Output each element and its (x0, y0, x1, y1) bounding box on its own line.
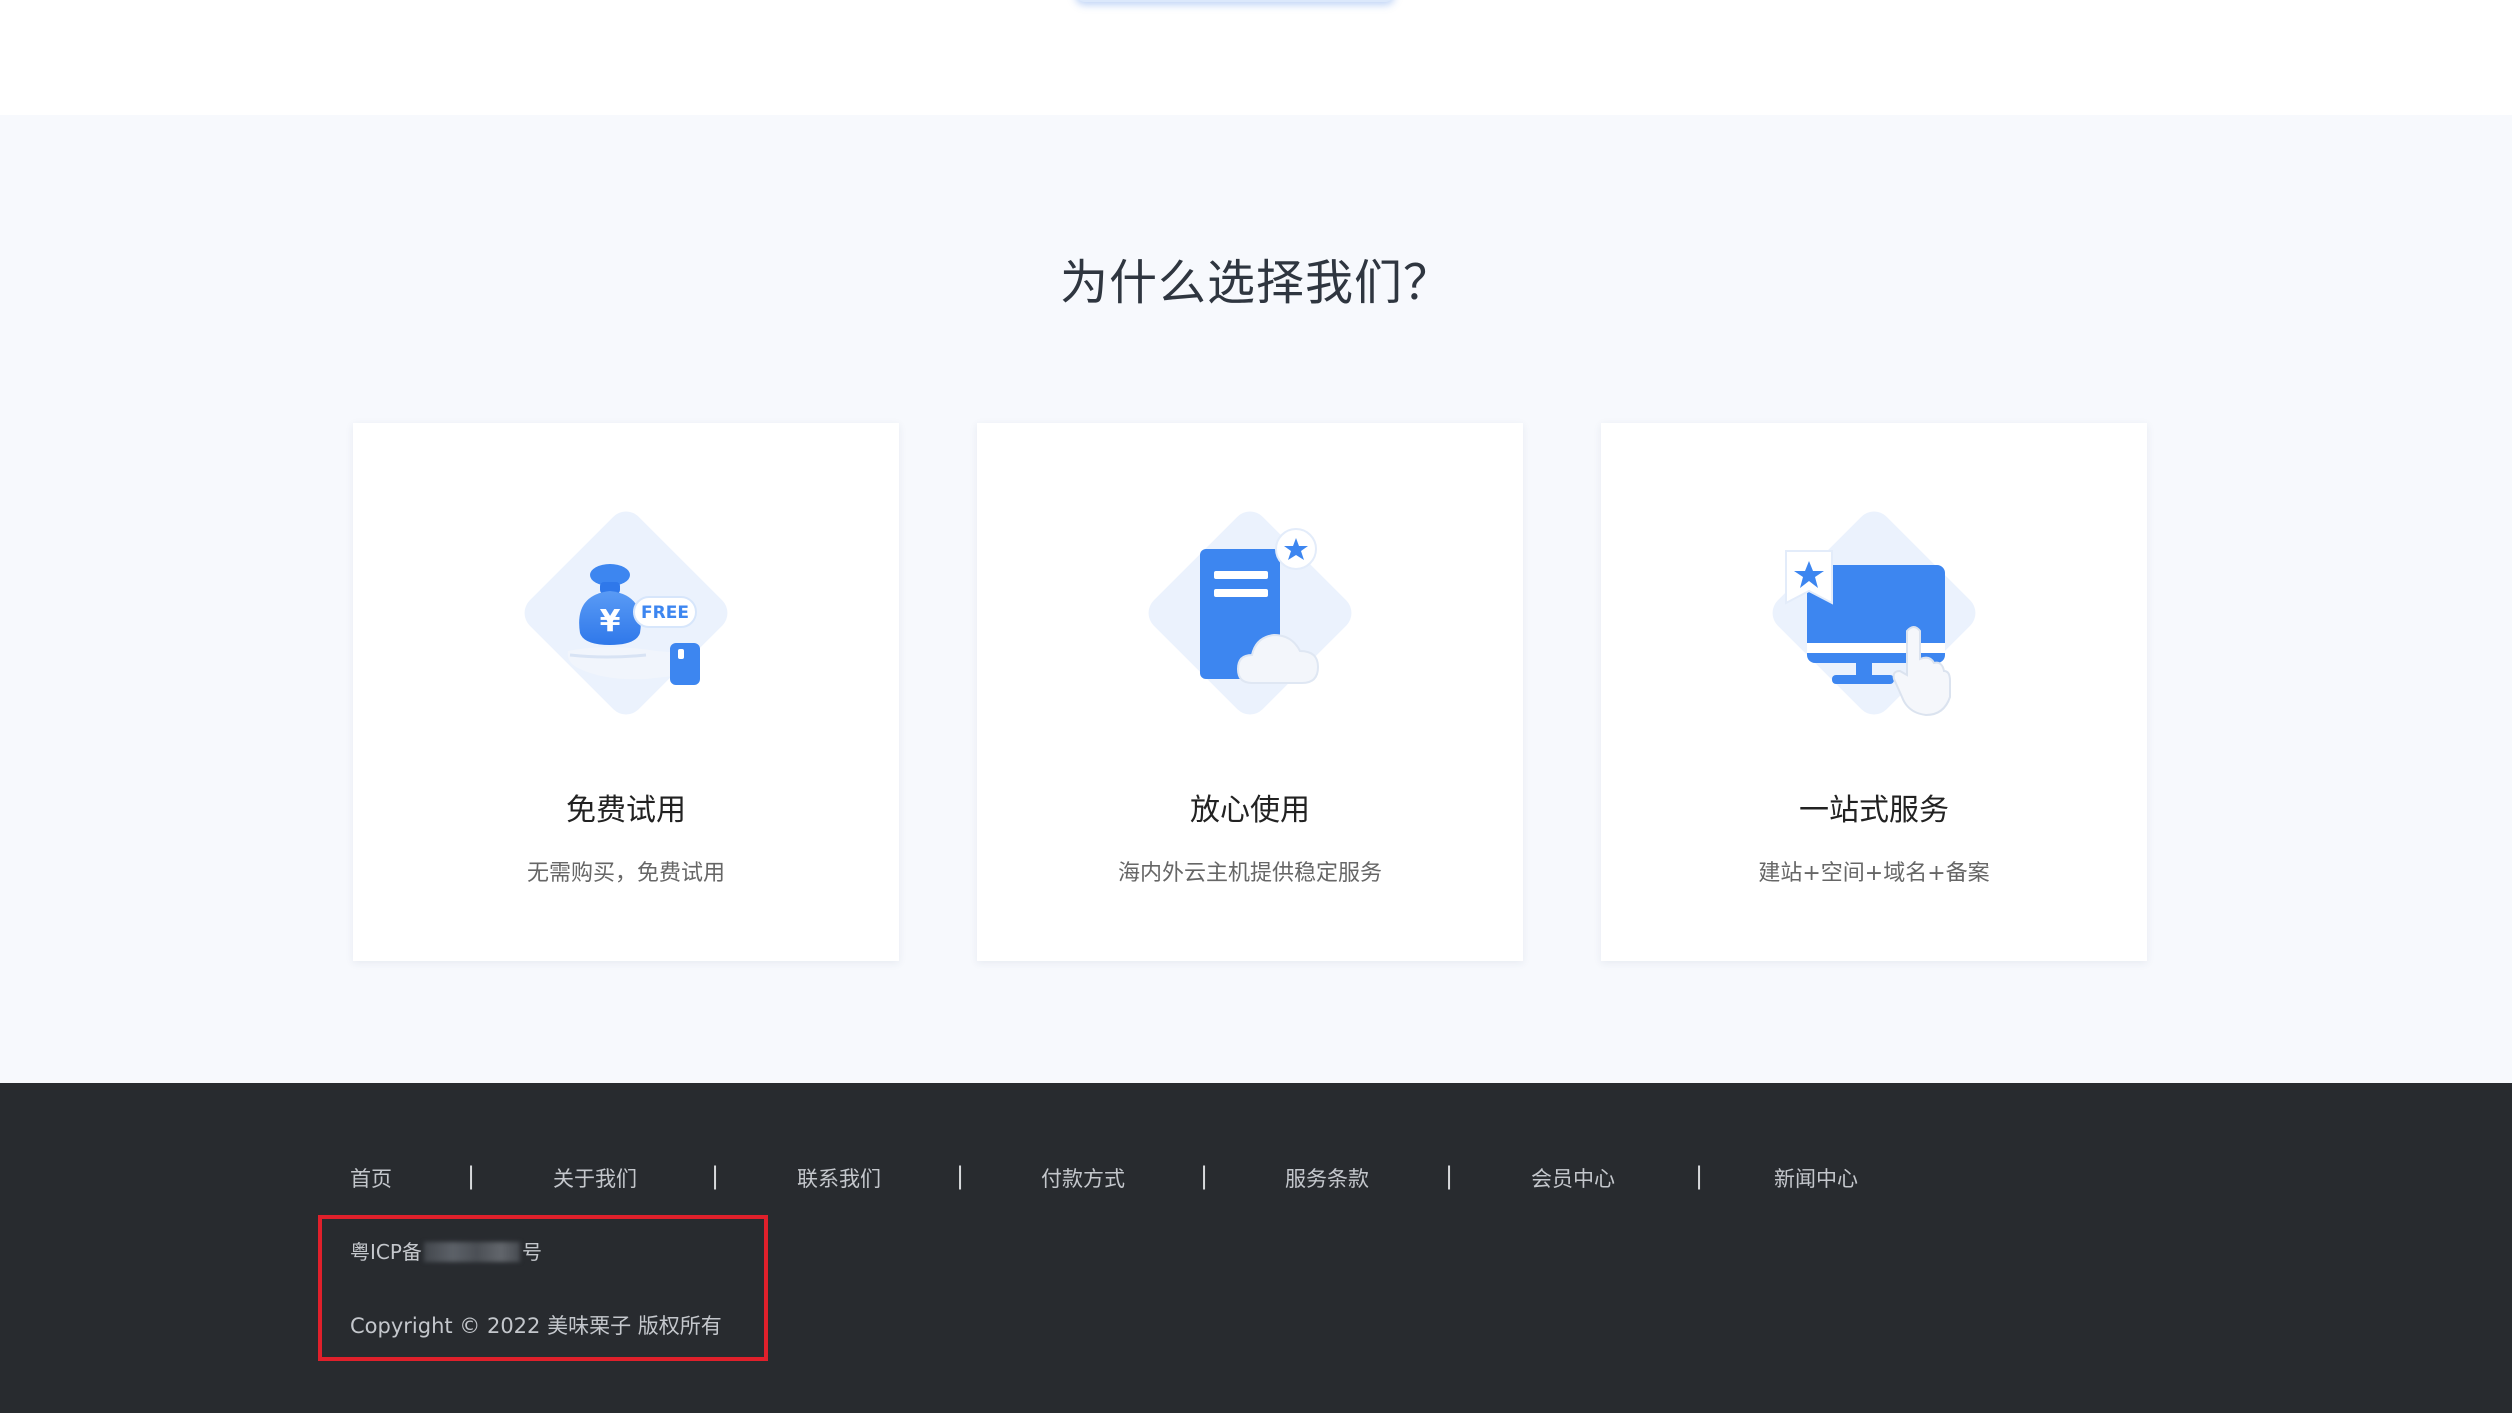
card-title: 放心使用 (1190, 793, 1310, 828)
footer-separator: | (1695, 1162, 1704, 1190)
footer-separator: | (467, 1162, 476, 1190)
footer-link-member-center[interactable]: 会员中心 (1531, 1163, 1615, 1193)
icp-record[interactable]: 粤ICP备 号 (350, 1236, 542, 1265)
card-description: 无需购买，免费试用 (526, 861, 725, 886)
monitor-click-icon-graphic (1785, 550, 1951, 717)
footer-separator: | (1445, 1162, 1454, 1190)
card-description: 海内外云主机提供稳定服务 (1117, 861, 1382, 886)
footer-link-terms[interactable]: 服务条款 (1285, 1163, 1369, 1193)
footer-separator: | (711, 1162, 720, 1190)
card-title: 一站式服务 (1799, 793, 1949, 828)
free-label: FREE (641, 603, 689, 623)
footer: 首页 | 关于我们 | 联系我们 | 付款方式 | 服务条款 | 会员中心 | … (0, 1083, 2512, 1413)
footer-link-payment[interactable]: 付款方式 (1041, 1163, 1125, 1193)
footer-link-contact[interactable]: 联系我们 (797, 1163, 881, 1193)
page: 为什么选择我们？ ¥ FREE 免费试用 无需购买，免费试用 放心使用 海内外云… (0, 0, 2512, 1413)
copyright-text: Copyright © 2022 美味栗子 版权所有 (350, 1314, 722, 1338)
money-bag-free-icon: ¥ FREE (496, 483, 756, 743)
money-bag-free-icon-graphic: ¥ FREE (567, 564, 700, 685)
footer-link-home[interactable]: 首页 (350, 1163, 392, 1193)
footer-nav: 首页 | 关于我们 | 联系我们 | 付款方式 | 服务条款 | 会员中心 | … (0, 1162, 2512, 1203)
icp-suffix: 号 (521, 1240, 542, 1264)
document-cloud-icon (1120, 483, 1380, 743)
icp-number-redacted (423, 1242, 520, 1262)
card-title: 免费试用 (566, 793, 686, 828)
card-description: 建站+空间+域名+备案 (1758, 861, 1990, 886)
footer-link-about[interactable]: 关于我们 (553, 1163, 637, 1193)
top-button-edge[interactable] (1075, 0, 1395, 2)
footer-separator: | (1200, 1162, 1209, 1190)
monitor-click-icon (1744, 483, 2004, 743)
footer-link-news[interactable]: 新闻中心 (1774, 1163, 1858, 1193)
icp-prefix: 粤ICP备 (350, 1240, 422, 1264)
feature-card-reliable: 放心使用 海内外云主机提供稳定服务 (977, 423, 1523, 961)
feature-card-one-stop: 一站式服务 建站+空间+域名+备案 (1601, 423, 2147, 961)
feature-card-free-trial: ¥ FREE 免费试用 无需购买，免费试用 (353, 423, 899, 961)
footer-separator: | (956, 1162, 965, 1190)
section-title: 为什么选择我们？ (1059, 255, 1452, 311)
top-strip (0, 0, 2512, 115)
document-cloud-icon-graphic (1200, 528, 1320, 684)
currency-symbol: ¥ (600, 604, 621, 639)
why-choose-us-section: 为什么选择我们？ ¥ FREE 免费试用 无需购买，免费试用 放心使用 海内外云… (0, 115, 2512, 1083)
